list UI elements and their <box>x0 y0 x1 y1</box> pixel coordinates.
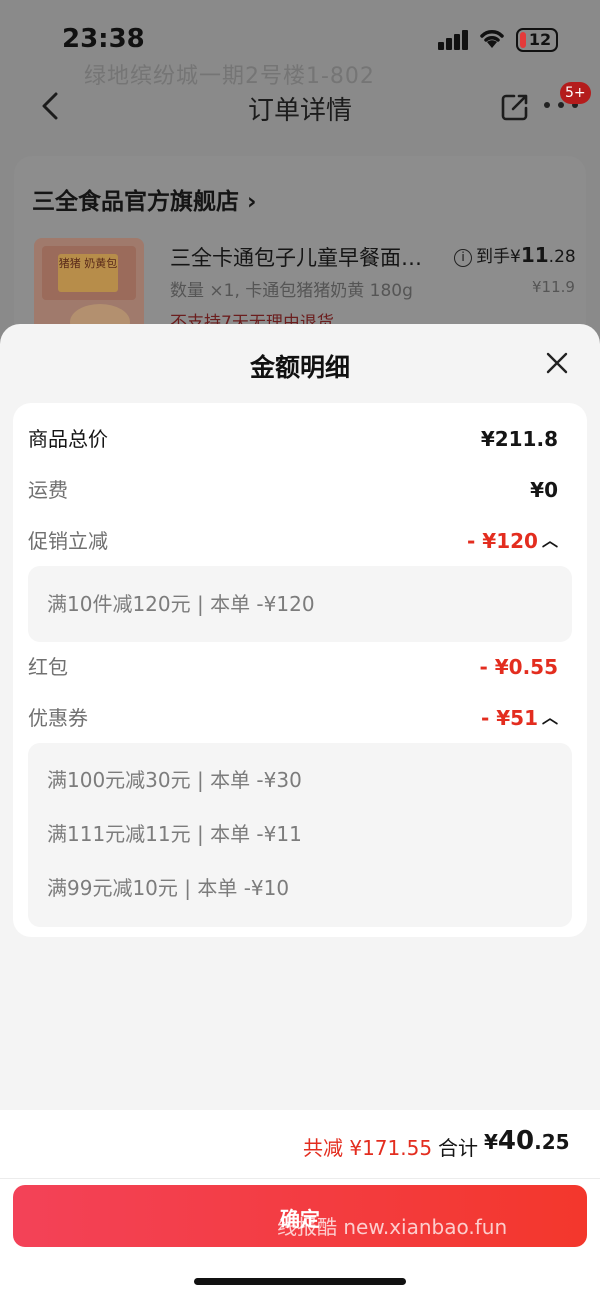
coupon-detail-line: 满99元减10元 | 本单 -¥10 <box>47 876 290 900</box>
original-price: ¥11.9 <box>532 278 575 296</box>
row-shipping: 运费 ¥0 <box>28 474 558 506</box>
row-label: 商品总价 <box>28 427 108 451</box>
status-time: 23:38 <box>62 24 145 54</box>
chevron-right-icon: › <box>247 189 257 215</box>
notification-badge: 5+ <box>560 82 591 104</box>
amount-detail-sheet: 金额明细 商品总价 ¥211.8 运费 ¥0 促销立减 - ¥120 ︿ 满10件… <box>0 324 600 1298</box>
row-value: - ¥0.55 <box>479 655 558 679</box>
amount-detail-card: 商品总价 ¥211.8 运费 ¥0 促销立减 - ¥120 ︿ 满10件减120元… <box>13 403 587 937</box>
close-icon[interactable] <box>540 346 574 380</box>
share-icon[interactable] <box>500 92 530 122</box>
row-promotion[interactable]: 促销立减 - ¥120 ︿ <box>28 525 558 557</box>
total-label: 合计 <box>438 1136 478 1160</box>
divider <box>0 1178 600 1179</box>
signal-icon <box>438 30 468 50</box>
package-label: 猪猪 奶黄包 <box>58 254 118 292</box>
promotion-detail-line: 满10件减120元 | 本单 -¥120 <box>47 592 315 616</box>
row-value: ¥211.8 <box>480 427 558 451</box>
row-label: 优惠券 <box>28 706 88 730</box>
nav-bar: 订单详情 5+ <box>0 80 600 140</box>
store-name[interactable]: 三全食品官方旗舰店 › <box>32 182 257 216</box>
home-indicator[interactable] <box>194 1278 406 1285</box>
product-name[interactable]: 三全卡通包子儿童早餐面… <box>170 242 422 272</box>
sheet-footer: 共减 ¥171.55 合计 ¥40.25 确定 线报酷 new.xianbao.… <box>0 1110 600 1298</box>
product-spec: 数量 ×1, 卡通包猪猪奶黄 180g <box>170 281 413 301</box>
background-page: 23:38 12 绿地缤纷城一期2号楼1-802 订单详情 5+ 三全食品官方旗… <box>0 0 600 356</box>
confirm-button[interactable]: 确定 线报酷 new.xianbao.fun <box>13 1185 587 1247</box>
info-icon[interactable]: i <box>454 249 472 267</box>
row-label: 红包 <box>28 655 68 679</box>
row-value: ¥0 <box>530 478 558 502</box>
row-label: 运费 <box>28 478 68 502</box>
row-goods-total: 商品总价 ¥211.8 <box>28 423 558 455</box>
total-value: ¥40.25 <box>484 1126 570 1156</box>
coupon-detail-line: 满100元减30元 | 本单 -¥30 <box>47 768 302 792</box>
total-savings: 共减 ¥171.55 <box>303 1136 433 1160</box>
coupon-detail-box: 满100元减30元 | 本单 -¥30 满111元减11元 | 本单 -¥11 … <box>28 743 572 927</box>
coupon-detail-line: 满111元减11元 | 本单 -¥11 <box>47 822 302 846</box>
battery-level: 12 <box>528 30 552 49</box>
promotion-detail-box: 满10件减120元 | 本单 -¥120 <box>28 566 572 642</box>
battery-icon: 12 <box>516 28 558 52</box>
row-value: - ¥51 ︿ <box>481 702 558 734</box>
watermark: 线报酷 new.xianbao.fun <box>277 1215 508 1239</box>
row-red-packet: 红包 - ¥0.55 <box>28 651 558 683</box>
row-value: - ¥120 ︿ <box>467 525 558 557</box>
wifi-icon <box>480 30 504 48</box>
row-coupon[interactable]: 优惠券 - ¥51 ︿ <box>28 702 558 734</box>
row-label: 促销立减 <box>28 529 108 553</box>
caret-up-icon[interactable]: ︿ <box>542 702 558 734</box>
sheet-title: 金额明细 <box>249 353 350 382</box>
price-info[interactable]: i 到手¥11.28 <box>454 242 576 267</box>
caret-up-icon[interactable]: ︿ <box>542 525 558 557</box>
